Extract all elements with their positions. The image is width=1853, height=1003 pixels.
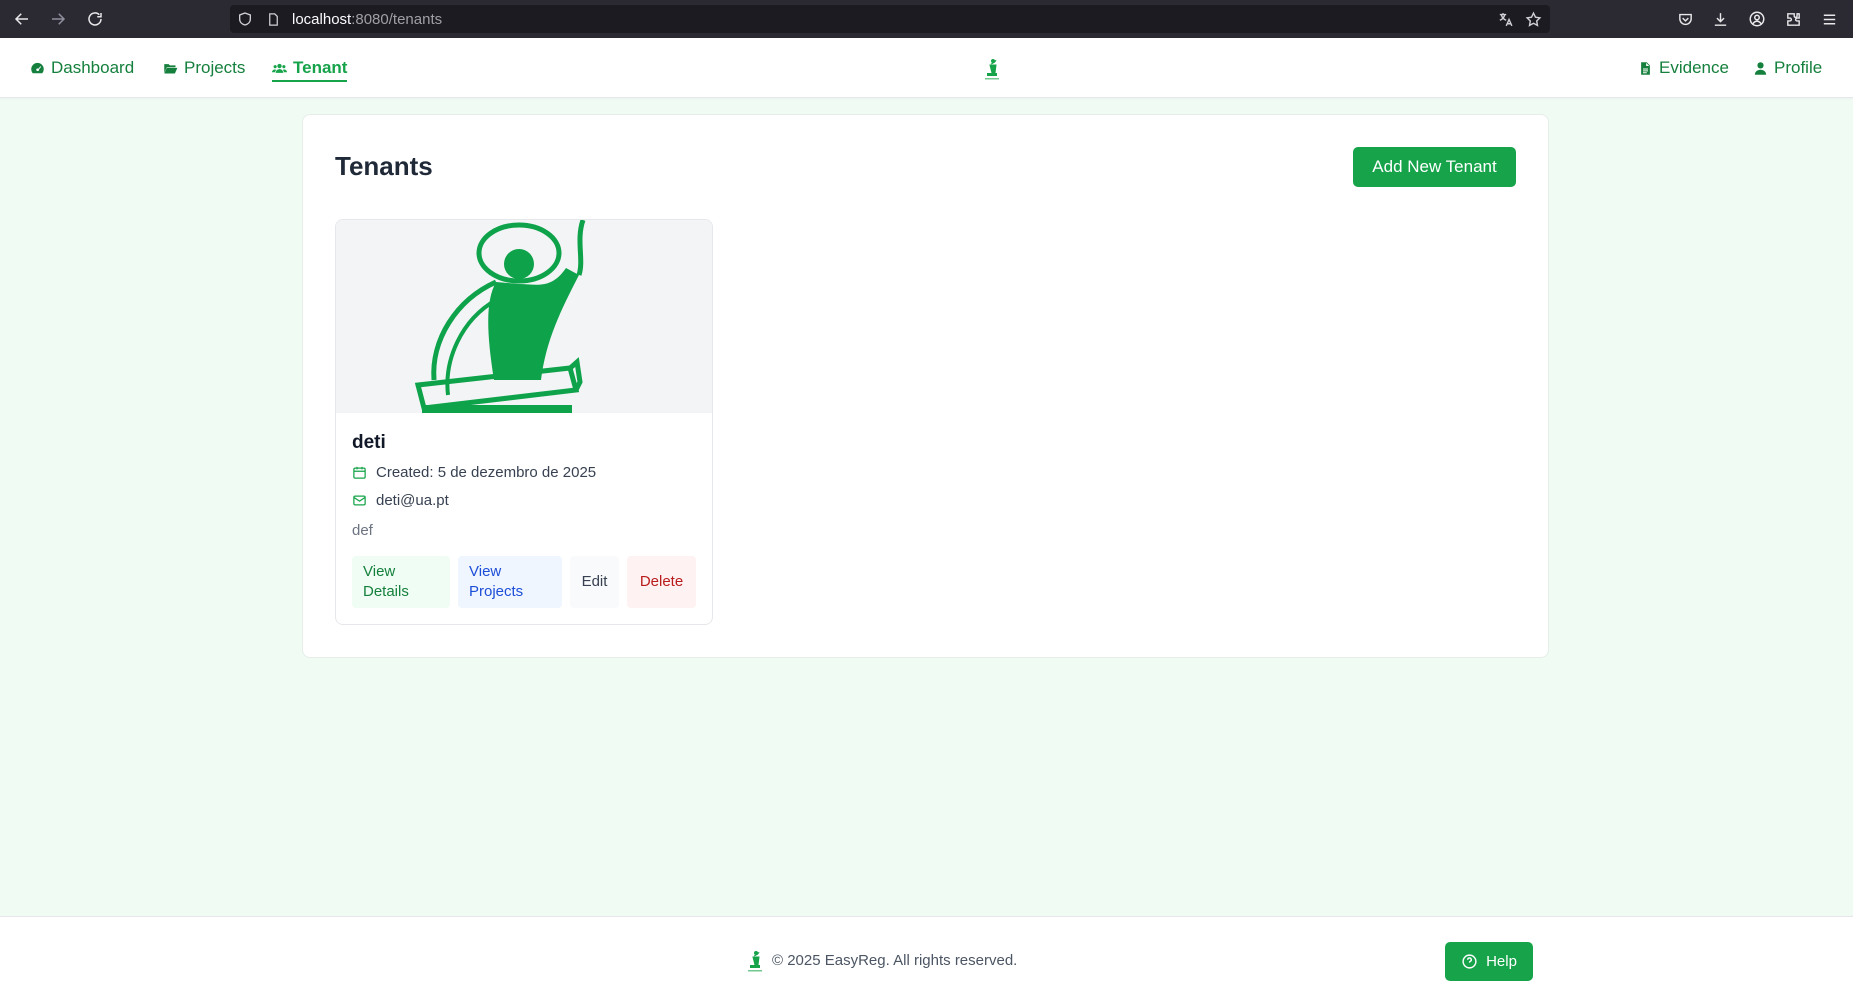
users-icon	[272, 63, 287, 73]
delete-button[interactable]: Delete	[627, 556, 696, 608]
download-icon[interactable]	[1709, 8, 1731, 30]
edit-button[interactable]: Edit	[570, 556, 619, 608]
app-header: Dashboard Projects Tenant Evidence Profi…	[0, 38, 1853, 98]
tenant-email: deti@ua.pt	[376, 492, 449, 509]
tenant-created: Created: 5 de dezembro de 2025	[376, 464, 597, 481]
tenants-panel: Tenants Add New Tenant deti Created: 5 d…	[302, 114, 1549, 658]
address-bar[interactable]: localhost:8080/tenants	[230, 5, 1550, 33]
url-text[interactable]: localhost:8080/tenants	[292, 11, 442, 28]
tenant-email-row: deti@ua.pt	[352, 492, 449, 509]
back-icon[interactable]	[11, 8, 33, 30]
translate-icon[interactable]	[1496, 10, 1514, 28]
calendar-icon	[353, 466, 366, 479]
add-new-tenant-button[interactable]: Add New Tenant	[1353, 147, 1516, 187]
page-icon	[264, 10, 282, 28]
browser-toolbar: localhost:8080/tenants	[0, 0, 1853, 38]
help-circle-icon	[1462, 954, 1477, 969]
nav-projects-label: Projects	[184, 58, 246, 77]
nav-tenant[interactable]: Tenant	[272, 58, 348, 82]
url-host: localhost	[292, 11, 352, 28]
help-label: Help	[1486, 953, 1517, 970]
footer-logo	[748, 951, 762, 972]
extensions-icon[interactable]	[1782, 8, 1804, 30]
mail-icon	[353, 495, 366, 506]
account-icon[interactable]	[1746, 8, 1768, 30]
nav-tenant-label: Tenant	[293, 58, 348, 77]
nav-dashboard[interactable]: Dashboard	[30, 58, 134, 78]
tenant-name: deti	[352, 432, 386, 453]
tenant-card: deti Created: 5 de dezembro de 2025 deti…	[335, 219, 713, 625]
folder-open-icon	[164, 63, 178, 73]
help-button[interactable]: Help	[1445, 942, 1533, 981]
forward-icon[interactable]	[47, 8, 69, 30]
easyreg-logo[interactable]	[982, 56, 1002, 82]
star-icon[interactable]	[1524, 10, 1542, 28]
menu-icon[interactable]	[1818, 8, 1840, 30]
user-icon	[1754, 61, 1767, 75]
tenant-description: def	[352, 522, 373, 539]
nav-evidence[interactable]: Evidence	[1638, 58, 1729, 78]
tenant-logo-image[interactable]	[336, 220, 712, 413]
nav-profile-label: Profile	[1774, 58, 1823, 77]
reload-icon[interactable]	[84, 8, 106, 30]
pocket-icon[interactable]	[1674, 8, 1696, 30]
tenant-created-row: Created: 5 de dezembro de 2025	[352, 464, 596, 481]
copyright-text: © 2025 EasyReg. All rights reserved.	[772, 952, 1018, 969]
url-path: :8080/tenants	[351, 11, 443, 28]
file-icon	[1641, 61, 1650, 75]
view-projects-button[interactable]: View Projects	[458, 556, 562, 608]
gauge-icon	[31, 62, 44, 73]
shield-icon[interactable]	[236, 10, 254, 28]
nav-profile[interactable]: Profile	[1753, 58, 1822, 78]
nav-dashboard-label: Dashboard	[51, 58, 135, 77]
view-details-button[interactable]: View Details	[352, 556, 450, 608]
footer: © 2025 EasyReg. All rights reserved. Hel…	[0, 916, 1853, 1003]
page-title: Tenants	[335, 151, 433, 181]
nav-evidence-label: Evidence	[1659, 58, 1729, 77]
nav-projects[interactable]: Projects	[163, 58, 245, 78]
